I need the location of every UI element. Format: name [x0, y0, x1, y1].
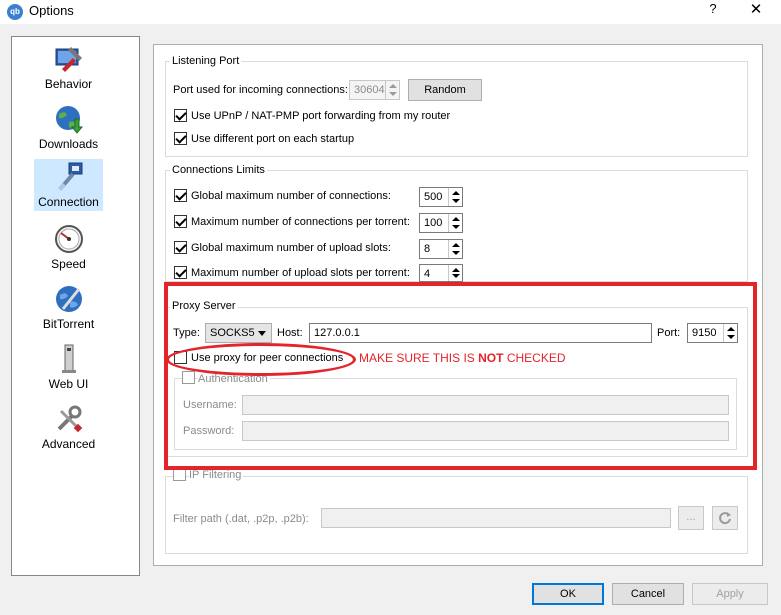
proxy-peer-connections-checkbox[interactable] — [174, 351, 187, 364]
spin-arrows-icon[interactable] — [448, 214, 462, 232]
ip-filtering-label: IP Filtering — [189, 469, 244, 481]
authentication-label: Authentication — [198, 373, 270, 385]
sidebar-item-bittorrent[interactable]: BitTorrent — [34, 281, 103, 333]
proxy-host-label: Host: — [277, 327, 303, 339]
close-button[interactable]: ✕ — [746, 0, 766, 18]
qbittorrent-app-icon: qb — [7, 4, 23, 20]
upload-slots-per-torrent-checkbox[interactable] — [174, 266, 187, 279]
global-upload-slots-label: Global maximum number of upload slots: — [191, 242, 391, 254]
username-input[interactable] — [242, 395, 729, 415]
spin-arrows-icon[interactable] — [448, 240, 462, 258]
listening-port-title: Listening Port — [170, 55, 242, 67]
sidebar-item-label: Connection — [38, 195, 99, 209]
window-title: Options — [29, 3, 74, 18]
ip-filtering-checkbox[interactable] — [173, 468, 186, 481]
global-max-connections-label: Global maximum number of connections: — [191, 190, 391, 202]
options-sidebar: Behavior Downloads Connection Speed BitT… — [11, 36, 140, 576]
proxy-port-spinbox[interactable]: 9150 — [687, 323, 738, 343]
behavior-icon — [55, 47, 82, 72]
browse-filter-button[interactable]: ... — [678, 506, 704, 530]
reload-filter-button[interactable] — [712, 506, 738, 530]
spin-arrows-icon[interactable] — [385, 81, 399, 99]
spin-arrows-icon[interactable] — [723, 324, 737, 342]
speedometer-icon — [54, 225, 83, 253]
different-port-checkbox[interactable] — [174, 132, 187, 145]
global-max-connections-checkbox[interactable] — [174, 189, 187, 202]
username-label: Username: — [183, 399, 237, 411]
upnp-checkbox[interactable] — [174, 109, 187, 122]
incoming-port-spinbox[interactable]: 30604 — [349, 80, 400, 100]
different-port-label: Use different port on each startup — [191, 133, 355, 145]
sidebar-item-label: Web UI — [48, 377, 89, 391]
spin-arrows-icon[interactable] — [448, 265, 462, 281]
global-upload-slots-checkbox[interactable] — [174, 241, 187, 254]
proxy-type-dropdown[interactable]: SOCKS5 — [205, 323, 272, 343]
max-connections-per-torrent-checkbox[interactable] — [174, 215, 187, 228]
web-ui-icon — [61, 344, 76, 373]
title-bar: qb Options ? ✕ — [0, 0, 781, 24]
annotation-warning-text: MAKE SURE THIS IS NOT CHECKED — [359, 351, 566, 365]
incoming-port-label: Port used for incoming connections: — [173, 84, 348, 96]
sidebar-item-web-ui[interactable]: Web UI — [34, 341, 103, 393]
max-connections-per-torrent-spinbox[interactable]: 100 — [419, 213, 463, 233]
random-port-button[interactable]: Random — [408, 79, 482, 101]
upload-slots-per-torrent-label: Maximum number of upload slots per torre… — [191, 267, 410, 279]
sidebar-item-label: Advanced — [41, 437, 96, 451]
proxy-host-input[interactable]: 127.0.0.1 — [309, 323, 652, 343]
global-max-connections-spinbox[interactable]: 500 — [419, 187, 463, 207]
password-label: Password: — [183, 425, 235, 437]
global-upload-slots-spinbox[interactable]: 8 — [419, 239, 463, 259]
filter-path-label: Filter path (.dat, .p2p, .p2b): — [173, 513, 309, 525]
sidebar-item-advanced[interactable]: Advanced — [34, 401, 103, 453]
connection-limits-title: Connections Limits — [170, 164, 267, 176]
sidebar-item-label: Downloads — [38, 137, 99, 151]
ok-button[interactable]: OK — [532, 583, 604, 605]
proxy-peer-connections-label: Use proxy for peer connections — [191, 352, 344, 364]
upload-slots-per-torrent-spinbox[interactable]: 4 — [419, 264, 463, 282]
proxy-port-label: Port: — [657, 327, 681, 339]
apply-button[interactable]: Apply — [692, 583, 768, 605]
tools-icon — [57, 405, 82, 433]
sidebar-item-label: Behavior — [44, 77, 93, 91]
max-connections-per-torrent-label: Maximum number of connections per torren… — [191, 216, 410, 228]
sidebar-item-speed[interactable]: Speed — [34, 221, 103, 273]
sidebar-item-downloads[interactable]: Downloads — [34, 101, 103, 153]
password-input[interactable] — [242, 421, 729, 441]
chevron-down-icon — [258, 331, 266, 336]
authentication-checkbox[interactable] — [182, 371, 195, 384]
sidebar-item-label: Speed — [51, 257, 86, 271]
sidebar-item-behavior[interactable]: Behavior — [34, 41, 103, 93]
sidebar-item-label: BitTorrent — [42, 317, 95, 331]
network-connection-icon — [57, 162, 82, 191]
refresh-icon — [719, 512, 731, 525]
proxy-server-title: Proxy Server — [170, 300, 238, 312]
proxy-type-label: Type: — [173, 327, 200, 339]
spin-arrows-icon[interactable] — [448, 188, 462, 206]
cancel-button[interactable]: Cancel — [612, 583, 684, 605]
sidebar-item-connection[interactable]: Connection — [34, 159, 103, 211]
help-button[interactable]: ? — [705, 1, 721, 16]
upnp-label: Use UPnP / NAT-PMP port forwarding from … — [191, 110, 451, 122]
bittorrent-globe-icon — [55, 286, 82, 312]
filter-path-input[interactable] — [321, 508, 671, 528]
globe-download-icon — [55, 106, 83, 134]
